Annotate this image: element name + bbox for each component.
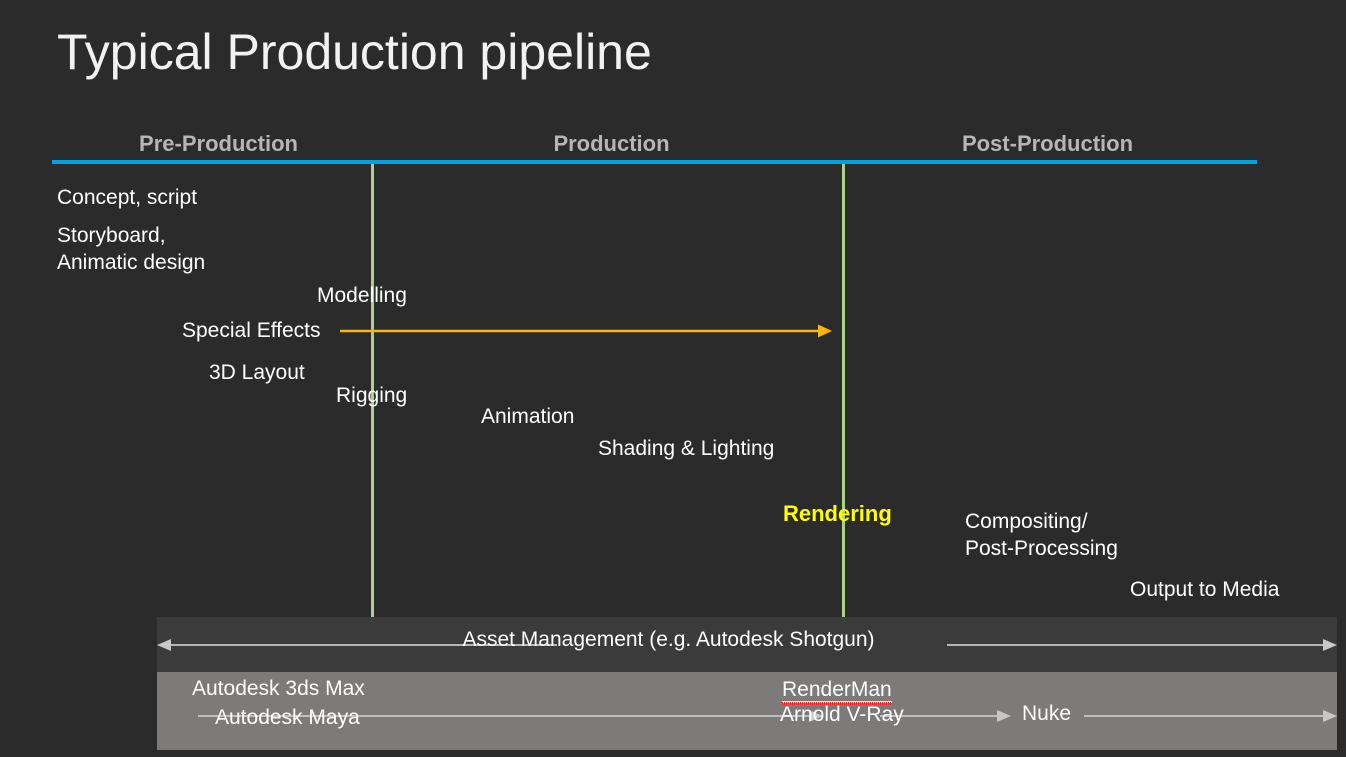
software-label-nuke: Nuke xyxy=(1022,702,1072,725)
stage-label-shading-lighting: Shading & Lighting xyxy=(598,437,775,460)
software-label-arnold-vray: Arnold V-Ray xyxy=(780,703,904,726)
stage-label-modelling: Modelling xyxy=(317,284,407,307)
software-label-autodesk-maya: Autodesk Maya xyxy=(215,706,360,729)
asset-management-bar xyxy=(157,617,1337,672)
stage-label-output-to-media: Output to Media xyxy=(1130,578,1280,601)
stage-label-concept-script: Concept, script xyxy=(57,186,198,209)
spellcheck-underline-renderman: RenderMan xyxy=(782,678,892,703)
software-label-autodesk-3ds-max: Autodesk 3ds Max xyxy=(192,677,365,700)
phase-separator-rule xyxy=(52,160,1257,164)
stage-label-special-effects: Special Effects xyxy=(182,319,321,342)
stage-label-rendering: Rendering xyxy=(783,501,892,526)
phase-header-post-production: Post-Production xyxy=(961,131,1134,156)
stage-label-storyboard-animatic: Storyboard, Animatic design xyxy=(57,224,206,275)
asset-management-arrow xyxy=(157,639,1337,651)
phase-header-pre-production: Pre-Production xyxy=(139,131,298,156)
slide-canvas: Typical Production pipeline Pre-Producti… xyxy=(0,0,1346,757)
stage-label-compositing-post-processing: Compositing/ Post-Processing xyxy=(965,510,1118,561)
page-title: Typical Production pipeline xyxy=(57,24,652,80)
stage-label-3d-layout: 3D Layout xyxy=(209,361,305,384)
special-effects-arrow xyxy=(340,324,832,338)
stage-label-animation: Animation xyxy=(481,405,575,428)
phase-header-production: Production xyxy=(553,131,670,156)
stage-label-rigging: Rigging xyxy=(336,384,408,407)
phase-divider-line-2 xyxy=(842,164,845,617)
software-label-renderman: RenderMan xyxy=(782,677,892,703)
